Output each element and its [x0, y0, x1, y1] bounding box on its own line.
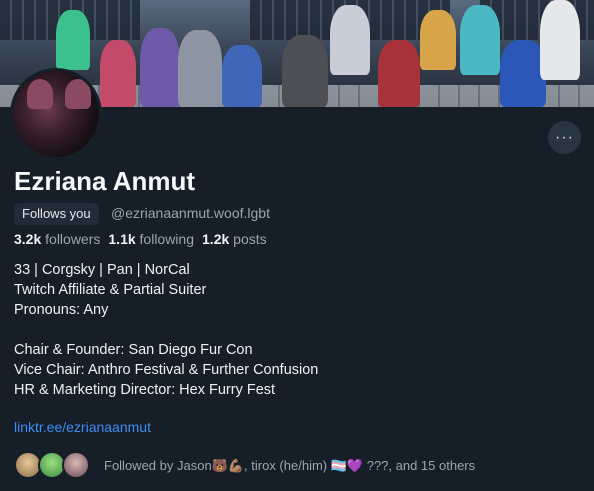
banner-figure: [378, 40, 420, 107]
profile-stats: 3.2k followers 1.1k following 1.2k posts: [14, 231, 267, 247]
following-count: 1.1k: [108, 231, 136, 247]
follower-avatar: [62, 451, 90, 479]
display-name: Ezriana Anmut: [14, 166, 196, 196]
profile-bio: 33 | Corgsky | Pan | NorCal Twitch Affil…: [14, 260, 574, 400]
bio-line: Chair & Founder: San Diego Fur Con: [14, 342, 253, 358]
avatar-decoration: [27, 79, 53, 109]
bio-line: [14, 320, 574, 340]
avatar-decoration: [65, 79, 91, 109]
banner-figure: [330, 5, 370, 75]
banner-figure: [282, 35, 328, 107]
followers-count: 3.2k: [14, 231, 42, 247]
profile-handle: @ezrianaanmut.woof.lgbt: [111, 205, 270, 221]
banner-figure: [56, 10, 90, 70]
more-horizontal-icon: ···: [555, 128, 574, 146]
banner-figure: [222, 45, 262, 107]
banner-figure: [100, 40, 136, 107]
followed-by-text: Followed by Jason🐻💪🏽, tirox (he/him) 🏳️‍…: [104, 458, 476, 473]
bio-line: 33 | Corgsky | Pan | NorCal: [14, 262, 190, 278]
followers-label: followers: [45, 231, 101, 247]
bio-line: HR & Marketing Director: Hex Furry Fest: [14, 382, 276, 398]
banner-figure: [540, 0, 580, 80]
profile-avatar[interactable]: [10, 68, 102, 160]
posts-count: 1.2k: [202, 231, 230, 247]
banner-figure: [178, 30, 222, 107]
more-options-button[interactable]: ···: [548, 121, 581, 154]
following-stat[interactable]: 1.1k following: [108, 231, 194, 247]
posts-label: posts: [233, 231, 267, 247]
banner-figure: [460, 5, 500, 75]
bio-line: Pronouns: Any: [14, 302, 109, 318]
bio-line: Vice Chair: Anthro Festival & Further Co…: [14, 362, 319, 378]
known-followers[interactable]: Followed by Jason🐻💪🏽, tirox (he/him) 🏳️‍…: [14, 451, 584, 481]
banner-figure: [420, 10, 456, 70]
bio-link[interactable]: linktr.ee/ezrianaanmut: [14, 419, 151, 435]
following-label: following: [139, 231, 195, 247]
bio-line: Twitch Affiliate & Partial Suiter: [14, 282, 207, 298]
banner-figure: [140, 28, 180, 107]
followers-stat[interactable]: 3.2k followers: [14, 231, 100, 247]
follows-you-badge: Follows you: [14, 203, 99, 225]
posts-stat: 1.2k posts: [202, 231, 267, 247]
